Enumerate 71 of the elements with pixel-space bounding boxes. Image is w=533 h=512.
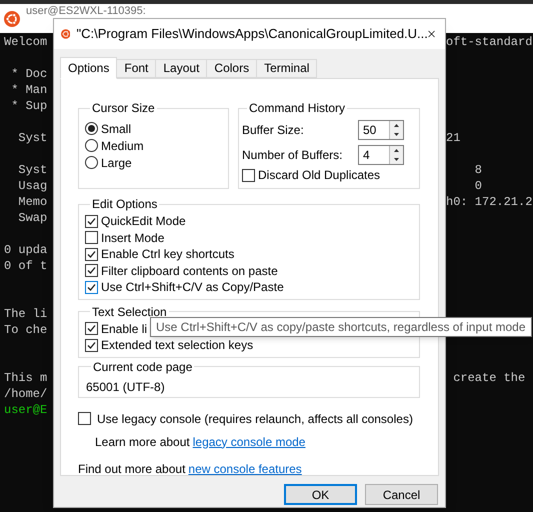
dialog-title: "C:\Program Files\WindowsApps\CanonicalGroupLimited.U... — [76, 25, 428, 44]
terminal-text: /home/ — [3, 386, 48, 402]
field-label: Buffer Size: — [242, 122, 305, 138]
field-label: Number of Buffers: — [242, 146, 344, 164]
terminal-text: 0 of t — [3, 258, 48, 274]
terminal-text: 0 — [474, 178, 482, 194]
checkbox[interactable] — [85, 280, 98, 294]
close-icon[interactable] — [428, 28, 435, 40]
radio-label: Medium — [101, 138, 144, 154]
dialog-button[interactable]: OK — [284, 484, 357, 505]
terminal-text: 21 — [446, 130, 460, 146]
checkbox-label: Use legacy console (requires relaunch, affects all consoles) — [97, 410, 413, 428]
tab[interactable]: Colors — [206, 59, 258, 78]
group-title: Current code page — [92, 358, 194, 376]
terminal-text: To che — [3, 322, 48, 338]
tab[interactable]: Options — [60, 57, 118, 79]
checkbox[interactable] — [85, 231, 98, 244]
group-title: Command History — [248, 100, 346, 117]
app-logo-icon — [4, 11, 20, 27]
terminal-text: * Doc — [10, 66, 48, 82]
dialog-button[interactable]: Cancel — [365, 484, 438, 505]
tab[interactable]: Layout — [155, 59, 208, 78]
tab[interactable]: Font — [116, 59, 156, 78]
terminal-text: The li — [3, 306, 48, 322]
terminal-text: Usag — [17, 178, 48, 194]
code-page-value: 65001 (UTF-8) — [86, 378, 166, 396]
terminal-text: Welcom — [3, 34, 48, 50]
terminal-text: oft-standard — [446, 34, 532, 50]
checkbox[interactable] — [85, 264, 98, 278]
group-title: Edit Options — [91, 196, 158, 213]
terminal-text: h0: 172.21.2 — [446, 194, 532, 210]
radio-button[interactable] — [85, 139, 98, 152]
terminal-text: * Man — [10, 82, 48, 98]
terminal-text: Syst — [17, 130, 48, 146]
checkbox-label: Enable li — [101, 320, 148, 338]
checkbox[interactable] — [85, 338, 98, 352]
terminal-text: 8 — [474, 162, 482, 178]
checkbox[interactable] — [242, 168, 255, 182]
checkbox-label: Filter clipboard contents on paste — [101, 262, 278, 280]
info-text: Find out more about — [78, 460, 186, 478]
radio-button[interactable] — [85, 156, 98, 169]
checkbox-label: QuickEdit Mode — [101, 213, 186, 230]
terminal-text: 0 upda — [3, 242, 48, 258]
tab[interactable]: Terminal — [256, 59, 318, 78]
legacy-console-link[interactable]: legacy console mode — [192, 432, 306, 450]
tooltip: Use Ctrl+Shift+C/V as copy/paste shortcuts, regardless of input mode — [150, 317, 532, 337]
terminal-text: user@E — [3, 402, 48, 418]
checkbox[interactable] — [85, 214, 98, 228]
checkbox-label: Insert Mode — [101, 230, 164, 247]
terminal-title: user@ES2WXL-110395: — [26, 5, 146, 18]
terminal-text: create the — [452, 370, 526, 386]
spin-box[interactable]: 50 — [358, 120, 404, 140]
terminal-text: Swap — [17, 210, 48, 226]
checkbox[interactable] — [85, 248, 98, 261]
radio-label: Small — [101, 120, 132, 138]
terminal-text: Memo — [17, 194, 48, 210]
checkbox-label: Extended text selection keys — [101, 337, 254, 354]
checkbox-label: Discard Old Duplicates — [258, 167, 380, 184]
radio-button[interactable] — [85, 122, 98, 135]
checkbox[interactable] — [78, 412, 91, 425]
console-features-link[interactable]: new console features — [188, 460, 302, 478]
spin-box[interactable]: 4 — [358, 144, 404, 164]
info-text: Learn more about — [95, 434, 190, 450]
radio-label: Large — [101, 154, 132, 172]
terminal-text: Syst — [17, 162, 48, 178]
checkbox-label: Use Ctrl+Shift+C/V as Copy/Paste — [101, 279, 284, 296]
terminal-text: * Sup — [10, 98, 48, 114]
checkbox-label: Enable Ctrl key shortcuts — [101, 246, 234, 264]
group-title: Cursor Size — [91, 100, 156, 117]
checkbox[interactable] — [85, 322, 98, 336]
terminal-text: This m — [3, 370, 48, 386]
